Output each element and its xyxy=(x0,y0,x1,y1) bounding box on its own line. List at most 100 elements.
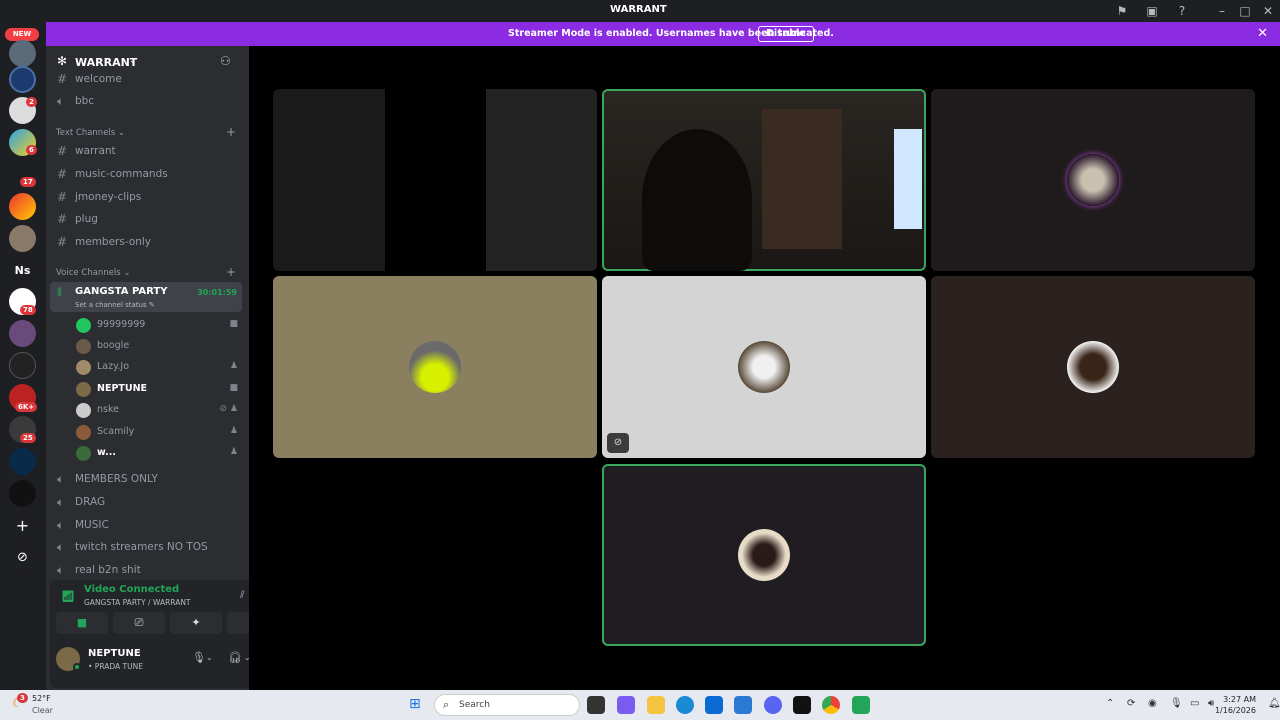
windows-start-icon[interactable]: ⊞ xyxy=(409,696,421,712)
activities-button[interactable]: ✦ xyxy=(170,612,222,634)
connection-signal-icon[interactable]: 📶︎ xyxy=(61,590,75,603)
voice-channel-drag[interactable]: 🔈︎ DRAG xyxy=(46,493,249,513)
video-tile[interactable] xyxy=(273,276,597,458)
video-tile[interactable] xyxy=(931,276,1255,458)
game-icon: ♟ xyxy=(229,361,238,371)
channel-sidebar: ✻ WARRANT ⌄ ⚇ # welcome 🔈︎ bbc Text Chan… xyxy=(46,46,288,690)
discord-icon[interactable] xyxy=(764,696,782,714)
app-icon[interactable] xyxy=(852,696,870,714)
maximize-icon[interactable]: □ xyxy=(1237,3,1253,19)
channel-members-only[interactable]: # members-only xyxy=(46,233,249,253)
outlook-icon[interactable] xyxy=(734,696,752,714)
task-view-icon[interactable] xyxy=(587,696,605,714)
voice-channel-members-only[interactable]: 🔈︎ MEMBERS ONLY xyxy=(46,470,249,490)
chevron-up-icon[interactable]: ⌃ xyxy=(1106,698,1114,709)
channel-plug[interactable]: # plug xyxy=(46,210,249,230)
server-icon[interactable] xyxy=(9,320,36,347)
voice-member[interactable]: NEPTUNE ■ xyxy=(46,379,249,399)
notification-icon[interactable]: 🔔︎ xyxy=(1268,698,1280,709)
add-server-icon[interactable]: + xyxy=(9,513,36,540)
voice-member[interactable]: Lazy.Jo ♟ xyxy=(46,357,249,377)
channel-music-commands[interactable]: # music-commands xyxy=(46,165,249,185)
volume-icon[interactable]: 🔊︎ xyxy=(1208,698,1214,709)
voice-member[interactable]: boogle xyxy=(46,336,249,356)
edge-icon[interactable] xyxy=(676,696,694,714)
chevron-down-icon[interactable]: ⌄ xyxy=(206,653,213,662)
add-voice-channel-icon[interactable]: + xyxy=(226,265,236,279)
copilot-icon[interactable] xyxy=(617,696,635,714)
chrome-icon[interactable] xyxy=(822,696,840,714)
headphones-icon[interactable]: 🎧︎ xyxy=(228,651,242,664)
invite-people-icon[interactable]: ⚇ xyxy=(220,54,231,68)
channel-label: warrant xyxy=(75,145,116,157)
weather-temp[interactable]: 52°F xyxy=(32,694,51,703)
voice-location[interactable]: GANGSTA PARTY / WARRANT xyxy=(84,598,191,607)
disable-streamer-mode-button[interactable]: Disable xyxy=(758,26,814,42)
taskbar-clock[interactable]: 3:27 AM 1/16/2026 xyxy=(1215,694,1256,716)
video-tile-speaking[interactable] xyxy=(602,464,926,646)
window-title: WARRANT xyxy=(610,4,667,15)
video-tile[interactable] xyxy=(273,89,597,271)
voice-channel-twitch-streamers[interactable]: 🔈︎ twitch streamers NO TOS xyxy=(46,538,249,558)
weather-desc[interactable]: Clear xyxy=(32,706,53,715)
tray-sync-icon[interactable]: ⟳ xyxy=(1127,698,1135,709)
toolbar-monitor-icon[interactable]: ▣ xyxy=(1144,3,1160,19)
noise-suppression-icon[interactable]: ⫽ xyxy=(240,590,244,601)
speaker-icon: 🔈︎ xyxy=(57,94,65,108)
voice-channel-music[interactable]: 🔈︎ MUSIC xyxy=(46,516,249,536)
tray-mic-icon[interactable]: 🎙︎ xyxy=(1170,698,1183,709)
voice-member[interactable]: 99999999 ■ xyxy=(46,315,249,335)
discover-icon[interactable]: ⊘ xyxy=(9,545,36,572)
speaker-icon: 🔈︎ xyxy=(57,540,65,554)
store-icon[interactable] xyxy=(705,696,723,714)
category-voice-channels[interactable]: Voice Channels ⌄ xyxy=(56,268,130,278)
channel-bbc[interactable]: 🔈︎ bbc xyxy=(46,92,249,112)
server-icon[interactable] xyxy=(9,225,36,252)
tray-app-icon[interactable]: ◉ xyxy=(1148,698,1157,709)
server-icon[interactable] xyxy=(9,40,36,67)
channel-welcome[interactable]: # welcome xyxy=(46,70,249,90)
chevron-down-icon: ⌄ xyxy=(129,56,137,66)
voice-member[interactable]: nske ⊘ ♟ xyxy=(46,400,249,420)
video-tile[interactable]: ⊘ xyxy=(602,276,926,458)
channel-jmoney-clips[interactable]: # jmoney-clips xyxy=(46,188,249,208)
terminal-icon[interactable] xyxy=(793,696,811,714)
banner-close-icon[interactable]: ✕ xyxy=(1257,26,1268,41)
channel-warrant[interactable]: # warrant xyxy=(46,142,249,162)
inbox-icon[interactable]: ⚑ xyxy=(1114,3,1130,19)
help-icon[interactable]: ? xyxy=(1174,3,1190,19)
server-rail: NEW 2 6 17 Ns 78 6K+ 25 + ⊘ xyxy=(0,22,46,690)
server-icon[interactable] xyxy=(9,352,36,379)
camera-button[interactable]: ■ xyxy=(56,612,108,634)
channel-status[interactable]: Set a channel status ✎ xyxy=(75,301,155,309)
member-name: Lazy.Jo xyxy=(97,361,130,372)
voice-status[interactable]: Video Connected xyxy=(84,584,179,595)
video-feed xyxy=(385,89,486,271)
tray-display-icon[interactable]: ▭ xyxy=(1190,698,1199,709)
voice-channel-gangsta-party[interactable]: ⦀ GANGSTA PARTY Set a channel status ✎ 3… xyxy=(50,282,242,312)
screen-share-button[interactable]: ⎚ xyxy=(113,612,165,634)
server-icon[interactable] xyxy=(9,66,36,93)
video-tile-speaking[interactable] xyxy=(602,89,926,271)
server-icon[interactable] xyxy=(9,480,36,507)
clock-time: 3:27 AM xyxy=(1223,695,1256,704)
voice-member[interactable]: w... ♟ xyxy=(46,443,249,463)
voice-channel-label: GANGSTA PARTY xyxy=(75,286,168,297)
microphone-icon[interactable]: 🎙︎ xyxy=(192,651,206,664)
category-text-channels[interactable]: Text Channels ⌄ xyxy=(56,128,125,138)
file-explorer-icon[interactable] xyxy=(647,696,665,714)
voice-member[interactable]: Scamily ♟ xyxy=(46,422,249,442)
voice-channel-real-b2n[interactable]: 🔈︎ real b2n shit xyxy=(46,561,249,581)
minimize-icon[interactable]: – xyxy=(1214,3,1230,19)
taskbar-search[interactable]: ⌕ Search xyxy=(434,694,580,716)
voice-signal-icon: ⦀ xyxy=(57,286,62,299)
server-icon[interactable] xyxy=(9,193,36,220)
server-icon[interactable] xyxy=(9,448,36,475)
avatar xyxy=(409,341,461,393)
add-channel-icon[interactable]: + xyxy=(226,125,236,139)
close-window-icon[interactable]: ✕ xyxy=(1260,3,1276,19)
avatar xyxy=(738,341,790,393)
server-badge: 2 xyxy=(26,97,37,107)
server-icon-ns[interactable]: Ns xyxy=(9,257,36,284)
video-tile[interactable] xyxy=(931,89,1255,271)
